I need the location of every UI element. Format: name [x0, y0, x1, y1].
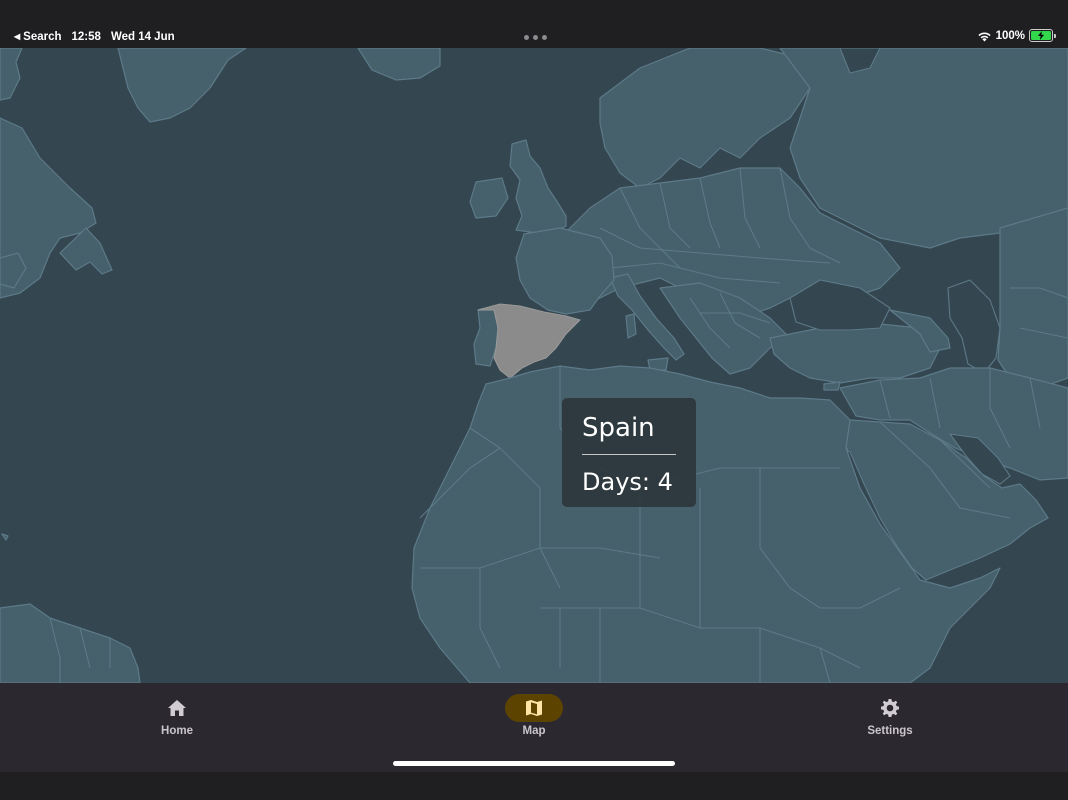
tab-home-label: Home: [161, 725, 193, 737]
tab-settings-label: Settings: [867, 725, 913, 737]
land-cape-verde: [1, 533, 9, 541]
status-left: ◀ Search 12:58 Wed 14 Jun: [14, 31, 185, 43]
map-icon: [505, 694, 563, 722]
more-dots-icon[interactable]: [524, 35, 547, 40]
battery-percent: 100%: [995, 29, 1025, 42]
tab-settings[interactable]: Settings: [810, 683, 970, 763]
land-greenland: [117, 48, 247, 123]
sea-caspian: [947, 279, 1001, 374]
tooltip-days: Days: 4: [582, 468, 673, 496]
battery-charging-icon: [1029, 29, 1053, 42]
land-arctic-islands: [0, 48, 23, 101]
home-indicator[interactable]: [393, 761, 675, 766]
gear-icon: [861, 694, 919, 722]
home-icon: [148, 694, 206, 722]
tab-map[interactable]: Map: [454, 683, 614, 763]
tooltip-divider: [582, 454, 676, 455]
land-iceland: [357, 48, 441, 81]
wifi-icon: [977, 32, 991, 41]
tab-map-label: Map: [522, 725, 546, 737]
land-south-america: [0, 603, 141, 683]
tab-home[interactable]: Home: [97, 683, 257, 763]
land-france: [515, 227, 615, 315]
bottom-safe-area: [0, 772, 1068, 800]
land-central-asia: [997, 207, 1068, 389]
tooltip-country-name: Spain: [582, 413, 655, 443]
land-sardinia: [625, 313, 637, 339]
world-map[interactable]: Spain Days: 4: [0, 48, 1068, 683]
status-date: Wed 14 Jun: [110, 31, 175, 43]
land-turkey: [769, 322, 941, 384]
land-ireland: [469, 177, 509, 219]
status-bar: ◀ Search 12:58 Wed 14 Jun 100%: [0, 0, 1068, 48]
country-tooltip: Spain Days: 4: [562, 398, 696, 507]
back-to-search-link[interactable]: Search: [23, 31, 61, 43]
back-arrow-icon[interactable]: ◀: [14, 32, 20, 41]
bottom-tab-bar: Home Map Settings: [0, 683, 1068, 772]
land-scandinavia: [599, 48, 811, 189]
status-time: 12:58: [71, 31, 101, 43]
land-great-britain: [509, 139, 567, 235]
land-cyprus: [823, 381, 841, 391]
map-canvas[interactable]: [0, 48, 1068, 683]
status-right: 100%: [977, 29, 1056, 42]
